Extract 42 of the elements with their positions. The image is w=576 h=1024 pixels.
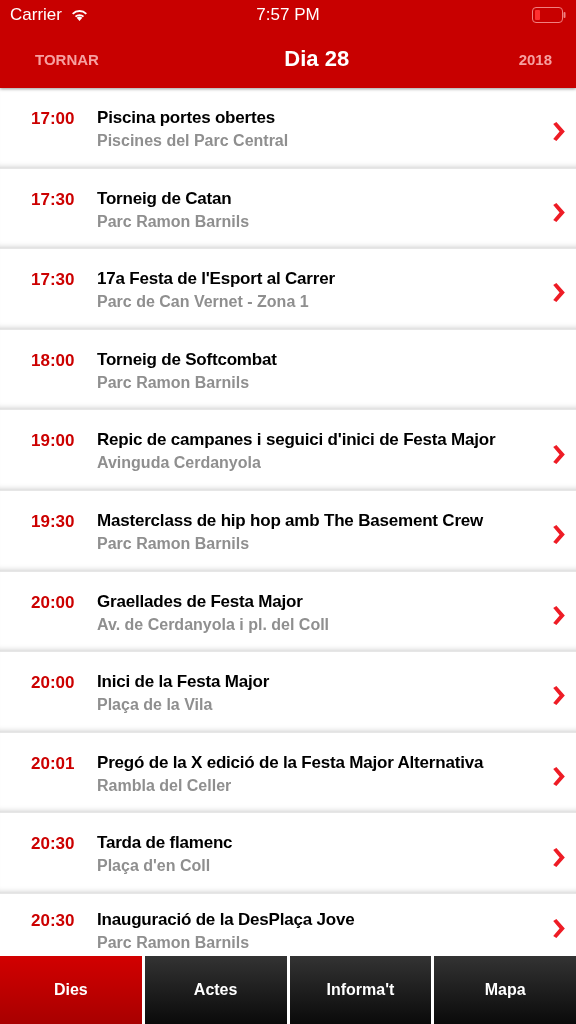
event-title: Torneig de Softcombat <box>97 349 278 370</box>
tab[interactable]: Mapa <box>434 956 576 1024</box>
tab[interactable]: Informa't <box>289 956 432 1024</box>
event-title: Repic de campanes i seguici d'inici de Festa Major <box>97 430 497 451</box>
event-time: 20:00 <box>31 592 76 613</box>
wifi-icon <box>69 8 89 22</box>
event-title: Tarda de flamenc <box>97 833 234 854</box>
screen-title: Dia 28 <box>284 46 350 72</box>
event-place: Av. de Cerdanyola i pl. del Coll <box>97 615 331 634</box>
event-place: Parc Ramon Barnils <box>97 373 251 392</box>
event-time: 17:30 <box>31 189 76 210</box>
event-place: Parc Ramon Barnils <box>97 212 251 231</box>
event-time: 18:00 <box>31 350 76 371</box>
carrier-name: Carrier <box>10 5 62 25</box>
event-title: Torneig de Catan <box>97 188 233 209</box>
event-place: Plaça de la Vila <box>97 696 214 715</box>
event-place: Piscines del Parc Central <box>97 132 290 150</box>
event-title: 17a Festa de l'Esport al Carrer <box>97 269 336 290</box>
event-place: Avinguda Cerdanyola <box>97 454 262 473</box>
event-time: 20:30 <box>31 834 76 855</box>
event-time: 17:30 <box>31 270 76 291</box>
status-time: 7:57 PM <box>256 5 320 25</box>
event-place: Parc Ramon Barnils <box>97 933 251 952</box>
event-time: 17:00 <box>31 109 76 129</box>
event-title: Piscina portes obertes <box>97 108 276 128</box>
event-title: Masterclass de hip hop amb The Basement Crew <box>97 510 485 531</box>
battery-icon <box>532 7 566 23</box>
event-time: 19:00 <box>31 431 76 452</box>
event-time: 20:01 <box>31 753 76 774</box>
event-title: Pregó de la X edició de la Festa Major Alternativa <box>97 752 485 773</box>
event-time: 19:30 <box>31 511 76 532</box>
event-time: 20:30 <box>31 910 76 931</box>
event-place: Plaça d'en Coll <box>97 857 212 876</box>
tab[interactable]: Dies <box>0 956 142 1024</box>
event-title: Inici de la Festa Major <box>97 672 271 693</box>
event-place: Rambla del Celler <box>97 776 233 795</box>
event-title: Inauguració de la DesPlaça Jove <box>97 909 356 930</box>
event-time: 20:00 <box>31 673 76 694</box>
event-title: Graellades de Festa Major <box>97 591 304 612</box>
event-place: Parc de Can Vernet - Zona 1 <box>97 293 310 312</box>
event-place: Parc Ramon Barnils <box>97 534 251 553</box>
tab[interactable]: Actes <box>144 956 287 1024</box>
